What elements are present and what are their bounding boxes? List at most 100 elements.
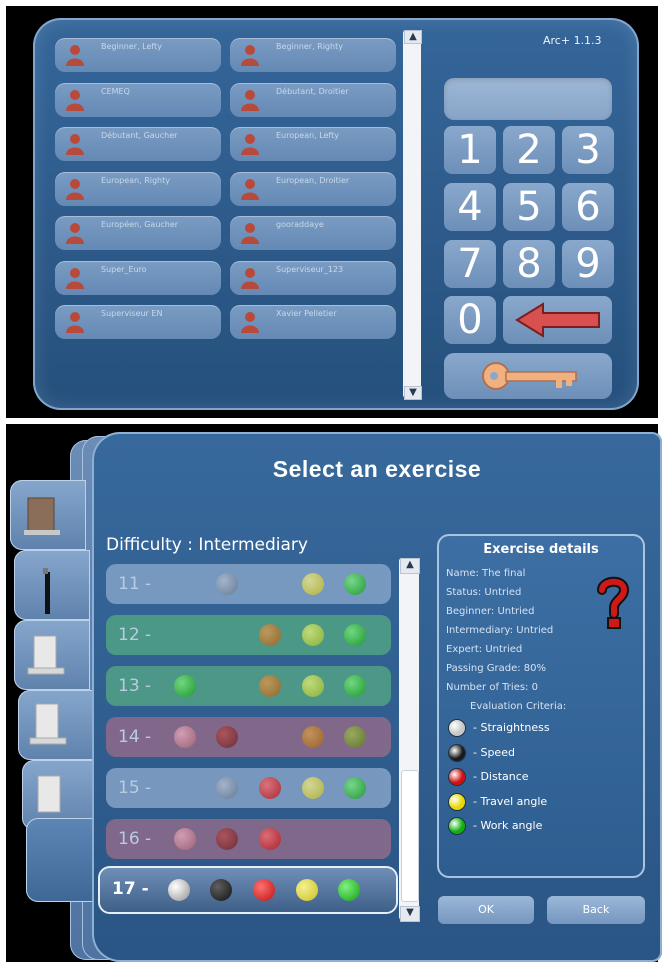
keypad-key[interactable]: 0 [444, 296, 496, 344]
exercise-row[interactable]: 16 - [106, 819, 391, 859]
keypad-key[interactable]: 5 [503, 183, 555, 231]
person-icon [65, 44, 85, 66]
criteria-ball [216, 777, 238, 799]
person-icon [240, 133, 260, 155]
keypad-key[interactable]: 3 [562, 126, 614, 174]
criteria-ball [174, 675, 196, 697]
criteria-label: - Travel angle [473, 794, 548, 808]
question-mark-icon [597, 576, 630, 629]
user-name: European, Righty [101, 175, 170, 185]
criteria-color-icon [449, 720, 465, 736]
scroll-up-arrow-icon[interactable]: ▲ [404, 30, 422, 44]
exercise-number: 14 - [118, 727, 152, 747]
scroll-down-arrow-icon[interactable]: ▼ [400, 906, 420, 922]
user-name: CEMEQ [101, 86, 130, 96]
user-button[interactable]: European, Righty [55, 171, 221, 206]
criteria-ball [216, 726, 238, 748]
criteria-ball [302, 777, 324, 799]
user-button[interactable]: Superviseur_123 [230, 260, 396, 295]
tab-torch[interactable] [14, 550, 90, 620]
user-name: gooraddaye [276, 220, 324, 229]
keypad-key[interactable]: 8 [503, 240, 555, 288]
scroll-up-arrow-icon[interactable]: ▲ [400, 558, 420, 574]
user-name: Superviseur_123 [276, 264, 344, 274]
criteria-ball [259, 828, 281, 850]
criteria-ball [216, 828, 238, 850]
user-name: European, Droitier [276, 175, 350, 185]
user-button[interactable]: European, Lefty [230, 127, 396, 161]
exercise-number: 13 - [118, 676, 152, 696]
criteria-ball [344, 726, 366, 748]
criteria-ball [302, 726, 324, 748]
backspace-button[interactable] [503, 296, 612, 344]
details-heading: Exercise details [483, 542, 599, 557]
user-button[interactable]: Beginner, Lefty [55, 38, 221, 72]
left-arrow-icon [515, 302, 600, 338]
page-title: Select an exercise [272, 456, 482, 482]
person-icon [66, 312, 84, 333]
person-icon [65, 222, 85, 244]
user-button[interactable]: gooraddaye [230, 216, 396, 250]
user-button[interactable]: CEMEQ [55, 82, 221, 117]
detail-line: Intermediary: Untried [446, 625, 554, 636]
ok-button[interactable]: OK [438, 896, 534, 924]
person-icon [241, 223, 259, 244]
keypad-key[interactable]: 7 [444, 240, 496, 288]
user-name: European, Lefty [276, 131, 339, 140]
detail-line: Passing Grade: 80% [446, 663, 547, 674]
user-button[interactable]: Beginner, Righty [230, 38, 396, 72]
user-name: Beginner, Righty [276, 42, 343, 51]
keypad-key[interactable]: 4 [444, 183, 496, 231]
person-icon [66, 178, 84, 200]
login-button[interactable] [444, 353, 612, 399]
person-icon [66, 45, 84, 66]
exercise-number: 12 - [118, 625, 152, 645]
exercise-row[interactable]: 12 - [106, 615, 391, 655]
detail-line: Name: The final [446, 568, 526, 579]
plate-icon [24, 497, 60, 535]
user-button[interactable]: Débutant, Droitier [230, 82, 396, 117]
person-icon [241, 134, 259, 155]
back-button[interactable]: Back [547, 896, 645, 924]
user-button[interactable]: Super_Euro [55, 260, 221, 295]
criteria-ball [338, 879, 360, 901]
person-icon [240, 311, 260, 333]
scroll-down-arrow-icon[interactable]: ▼ [404, 386, 422, 400]
person-icon [66, 134, 84, 155]
keypad-key[interactable]: 6 [562, 183, 614, 231]
exercise-row[interactable]: 14 - [106, 717, 391, 757]
user-name: Débutant, Gaucher [101, 131, 178, 140]
user-button[interactable]: Débutant, Gaucher [55, 127, 221, 161]
tab-selected-empty[interactable] [26, 818, 102, 902]
criteria-ball [344, 777, 366, 799]
keypad-key[interactable]: 9 [562, 240, 614, 288]
person-icon [240, 222, 260, 244]
user-button[interactable]: European, Droitier [230, 171, 396, 206]
torch-icon [43, 568, 50, 614]
person-icon [240, 267, 260, 289]
code-input-field[interactable] [444, 78, 612, 120]
user-button[interactable]: Xavier Pelletier [230, 305, 396, 339]
exercise-row[interactable]: 17 - [100, 868, 396, 912]
difficulty-label: Difficulty : Intermediary [106, 535, 308, 555]
user-name: Xavier Pelletier [276, 309, 337, 318]
scroll-thumb[interactable] [401, 770, 419, 902]
keypad-key[interactable]: 1 [444, 126, 496, 174]
exercise-row[interactable]: 15 - [106, 768, 391, 808]
person-icon [65, 178, 85, 200]
criteria-label: - Work angle [473, 819, 543, 832]
person-icon [241, 312, 259, 333]
exercise-row[interactable]: 13 - [106, 666, 391, 706]
user-button[interactable]: Européen, Gaucher [55, 216, 221, 250]
user-name: Européen, Gaucher [101, 220, 179, 229]
keypad-key[interactable]: 2 [503, 126, 555, 174]
tab-joint-1[interactable] [14, 620, 90, 690]
user-button[interactable]: Superviseur EN [55, 305, 221, 339]
detail-line: Beginner: Untried [446, 606, 535, 617]
exercise-number: 16 - [118, 829, 152, 849]
tab-joint-2[interactable] [18, 690, 94, 760]
exercise-row[interactable]: 11 - [106, 564, 391, 604]
criteria-ball [210, 879, 232, 901]
user-list-scrollbar[interactable] [403, 30, 421, 398]
tab-plate-material[interactable] [10, 480, 86, 550]
